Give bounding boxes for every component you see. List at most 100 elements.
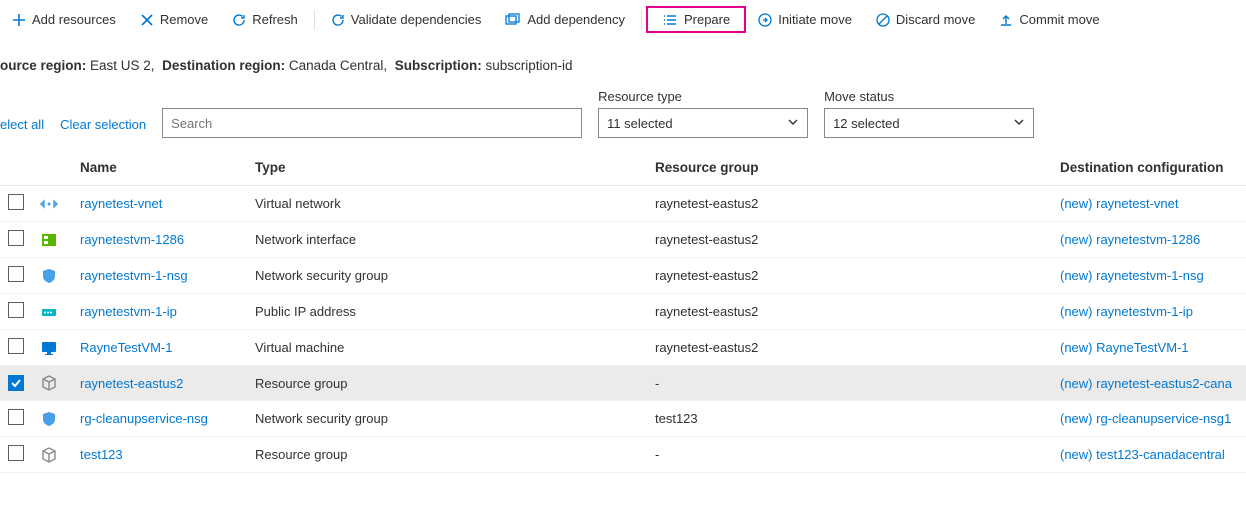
table-row[interactable]: raynetestvm-1-ipPublic IP addressraynete… [0,294,1246,330]
table-row[interactable]: raynetestvm-1-nsgNetwork security groupr… [0,258,1246,294]
nsg-icon [40,267,58,285]
destination-config-link[interactable]: (new) test123-canadacentral [1060,447,1225,462]
initiate-label: Initiate move [778,12,852,27]
destination-config-link[interactable]: (new) raynetest-vnet [1060,196,1179,211]
x-icon [140,13,154,27]
discard-label: Discard move [896,12,975,27]
col-destination[interactable]: Destination configuration [1052,150,1246,186]
select-all-link[interactable]: elect all [0,117,44,138]
resource-group: raynetest-eastus2 [647,222,1052,258]
add-dependency-icon [505,13,521,27]
col-type[interactable]: Type [247,150,647,186]
move-status-value: 12 selected [833,116,900,131]
destination-config-link[interactable]: (new) RayneTestVM-1 [1060,340,1189,355]
resource-type: Resource group [247,366,647,401]
chevron-down-icon [787,116,799,131]
row-checkbox[interactable] [8,266,24,282]
remove-label: Remove [160,12,208,27]
vm-icon [40,339,58,357]
resource-group: - [647,366,1052,401]
col-resource-group[interactable]: Resource group [647,150,1052,186]
remove-button[interactable]: Remove [128,6,220,33]
row-checkbox[interactable] [8,302,24,318]
nsg-icon [40,410,58,428]
destination-config-link[interactable]: (new) raynetestvm-1-nsg [1060,268,1204,283]
table-row[interactable]: rg-cleanupservice-nsg Network security gr… [0,401,1246,437]
col-name[interactable]: Name [72,150,247,186]
chevron-down-icon [1013,116,1025,131]
resource-name-link[interactable]: test123 [80,447,123,462]
resource-name-link[interactable]: rg-cleanupservice-nsg [80,411,208,426]
add-resources-button[interactable]: Add resources [0,6,128,33]
toolbar-separator [641,10,642,30]
region-info: ource region: East US 2, Destination reg… [0,40,1246,83]
destination-config-link[interactable]: (new) rg-cleanupservice-nsg1 [1060,411,1231,426]
resource-type: Virtual network [247,186,647,222]
prepare-button[interactable]: Prepare [646,6,746,33]
discard-button[interactable]: Discard move [864,6,987,33]
table-row[interactable]: raynetest-vnetVirtual networkraynetest-e… [0,186,1246,222]
resource-group: test123 [647,401,1052,437]
toolbar-separator [314,10,315,30]
table-row[interactable]: raynetestvm-1286 Network interfaceraynete… [0,222,1246,258]
refresh-label: Refresh [252,12,298,27]
resource-name-link[interactable]: raynetest-eastus2 [80,376,183,391]
plus-icon [12,13,26,27]
initiate-button[interactable]: Initiate move [746,6,864,33]
resource-type-label: Resource type [598,89,808,104]
ip-icon [40,303,58,321]
dest-region-label: Destination region: [162,58,285,73]
resource-name-link[interactable]: RayneTestVM-1 [80,340,172,355]
row-checkbox[interactable] [8,445,24,461]
search-input[interactable] [162,108,582,138]
resource-name-link[interactable]: raynetest-vnet [80,196,162,211]
add-resources-label: Add resources [32,12,116,27]
resource-name-link[interactable]: raynetestvm-1286 [80,232,184,247]
arrow-right-circle-icon [758,13,772,27]
validate-button[interactable]: Validate dependencies [319,6,494,33]
prepare-label: Prepare [684,12,730,27]
controls-row: elect all Clear selection Resource type … [0,83,1246,146]
table-row[interactable]: test123Resource group-(new) test123-cana… [0,437,1246,473]
block-icon [876,13,890,27]
resource-type: Network security group [247,401,647,437]
resource-type: Network interface [247,222,647,258]
destination-config-link[interactable]: (new) raynetestvm-1-ip [1060,304,1193,319]
table-row[interactable]: raynetest-eastus2 Resource group-(new) ra… [0,366,1246,401]
move-status-select[interactable]: 12 selected [824,108,1034,138]
resource-name-link[interactable]: raynetestvm-1-ip [80,304,177,319]
commit-label: Commit move [1019,12,1099,27]
refresh-button[interactable]: Refresh [220,6,310,33]
row-checkbox[interactable] [8,338,24,354]
commit-button[interactable]: Commit move [987,6,1111,33]
resource-group: raynetest-eastus2 [647,294,1052,330]
resource-group: raynetest-eastus2 [647,330,1052,366]
destination-config-link[interactable]: (new) raynetestvm-1286 [1060,232,1200,247]
refresh-icon [232,13,246,27]
row-checkbox[interactable] [8,409,24,425]
rg-icon [40,446,58,464]
destination-config-link[interactable]: (new) raynetest-eastus2-cana [1060,376,1232,391]
clear-selection-link[interactable]: Clear selection [60,117,146,138]
table-row[interactable]: RayneTestVM-1 Virtual machineraynetest-ea… [0,330,1246,366]
dest-region-value: Canada Central, [289,58,387,73]
add-dependency-button[interactable]: Add dependency [493,6,637,33]
source-region-label: ource region: [0,58,86,73]
resource-type: Virtual machine [247,330,647,366]
rg-icon [40,374,58,392]
row-checkbox[interactable] [8,375,24,391]
nic-icon [40,231,58,249]
resources-table: Name Type Resource group Destination con… [0,150,1246,473]
row-checkbox[interactable] [8,230,24,246]
row-checkbox[interactable] [8,194,24,210]
resource-group: - [647,437,1052,473]
resource-type: Network security group [247,258,647,294]
resource-type-select[interactable]: 11 selected [598,108,808,138]
resource-name-link[interactable]: raynetestvm-1-nsg [80,268,188,283]
add-dependency-label: Add dependency [527,12,625,27]
resource-type-value: 11 selected [607,116,673,131]
toolbar: Add resources Remove Refresh Validate de… [0,0,1246,40]
validate-icon [331,13,345,27]
source-region-value: East US 2, [90,58,155,73]
subscription-value: subscription-id [485,58,572,73]
